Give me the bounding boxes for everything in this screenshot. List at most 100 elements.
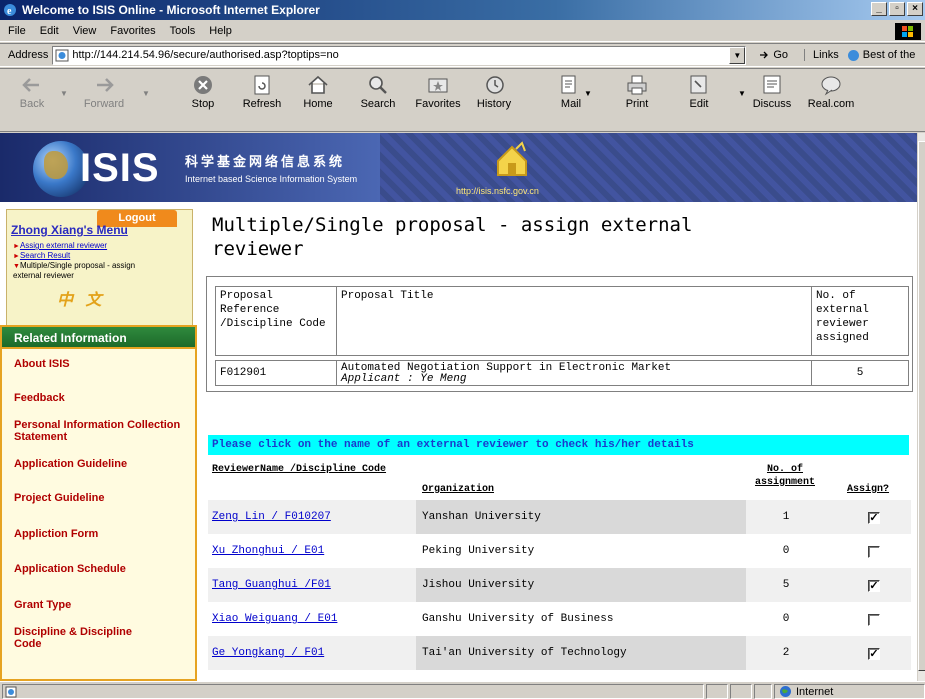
ie-icon: e bbox=[4, 4, 16, 17]
reviewer-row: Tang Guanghui /F01 Jishou University 5 ✓ bbox=[208, 568, 911, 602]
assign-checkbox[interactable]: ✓ bbox=[868, 580, 880, 592]
realcom-button[interactable]: Real.com bbox=[806, 73, 856, 110]
assign-checkbox[interactable] bbox=[868, 614, 880, 626]
reviewer-name-link[interactable]: Xu Zhonghui / E01 bbox=[212, 534, 324, 568]
stop-button[interactable]: Stop bbox=[188, 73, 218, 110]
assign-checkbox[interactable] bbox=[868, 546, 880, 558]
related-link-discipline[interactable]: Discipline & Discipline Code bbox=[14, 626, 144, 650]
favorites-label: Favorites bbox=[415, 98, 461, 110]
vertical-scrollbar[interactable] bbox=[917, 133, 925, 681]
refresh-label: Refresh bbox=[242, 98, 282, 110]
reviewer-name-link[interactable]: Tang Guanghui /F01 bbox=[212, 568, 331, 602]
menu-link-assign-label[interactable]: Assign external reviewer bbox=[20, 241, 107, 250]
reviewer-org: Tai'an University of Technology bbox=[416, 636, 746, 670]
menu-link-current: ▼Multiple/Single proposal - assign exter… bbox=[13, 261, 163, 280]
forward-dropdown-icon[interactable]: ▼ bbox=[142, 89, 150, 98]
status-panel bbox=[754, 684, 772, 699]
reviewer-assign-count: 1 bbox=[782, 511, 790, 523]
reviewer-name-link[interactable]: Xiao Weiguang / E01 bbox=[212, 602, 337, 636]
address-dropdown-button[interactable]: ▼ bbox=[729, 46, 746, 64]
forward-button[interactable]: Forward bbox=[80, 73, 128, 110]
menu-tools[interactable]: Tools bbox=[170, 25, 196, 37]
scrollbar-thumb[interactable] bbox=[918, 141, 925, 671]
page-title: Multiple/Single proposal - assign extern… bbox=[212, 213, 892, 261]
forward-arrow-icon bbox=[97, 78, 114, 92]
realcom-icon bbox=[821, 76, 841, 96]
window-title: Welcome to ISIS Online - Microsoft Inter… bbox=[22, 3, 320, 17]
maximize-button[interactable]: ▫ bbox=[889, 2, 905, 16]
minimize-button[interactable]: _ bbox=[871, 2, 887, 16]
banner-chinese-title: 科学基金网络信息系统 bbox=[185, 154, 346, 169]
assign-checkbox[interactable]: ✓ bbox=[868, 512, 880, 524]
address-label: Address bbox=[8, 49, 49, 61]
home-button[interactable]: Home bbox=[300, 73, 336, 110]
refresh-button[interactable]: Refresh bbox=[240, 73, 284, 110]
print-button[interactable]: Print bbox=[622, 73, 652, 110]
go-arrow-icon bbox=[760, 51, 769, 59]
reviewer-assign-count: 0 bbox=[782, 613, 790, 625]
current-bullet-icon: ▼ bbox=[13, 263, 20, 270]
favorites-button[interactable]: Favorites bbox=[412, 73, 464, 110]
related-link-pics[interactable]: Personal Information Collection Statemen… bbox=[14, 419, 184, 443]
related-link-grant-type[interactable]: Grant Type bbox=[14, 599, 71, 611]
links-button[interactable]: Links bbox=[804, 49, 839, 61]
favorites-icon bbox=[428, 78, 448, 93]
banner-url: http://isis.nsfc.gov.cn bbox=[456, 186, 539, 196]
history-button[interactable]: History bbox=[474, 73, 514, 110]
reviewer-assign-count: 2 bbox=[782, 647, 790, 659]
menu-file[interactable]: File bbox=[8, 25, 26, 37]
menu-bar: File Edit View Favorites Tools Help bbox=[0, 21, 925, 42]
menu-link-search-result-label[interactable]: Search Result bbox=[20, 251, 70, 260]
search-button[interactable]: Search bbox=[358, 73, 398, 110]
search-icon bbox=[369, 76, 387, 94]
back-button[interactable]: Back bbox=[14, 73, 50, 110]
toolbar: Back ▼ Forward ▼ Stop Refresh Home Searc… bbox=[0, 68, 925, 132]
related-link-project-guideline[interactable]: Project Guideline bbox=[14, 492, 104, 504]
edit-dropdown-icon[interactable]: ▼ bbox=[738, 89, 746, 98]
related-link-feedback[interactable]: Feedback bbox=[14, 392, 65, 404]
reviewer-name-link[interactable]: Zeng Lin / F010207 bbox=[212, 500, 331, 534]
related-info-header: Related Information bbox=[0, 325, 197, 347]
menu-link-assign[interactable]: ►Assign external reviewer bbox=[13, 241, 107, 251]
proposal-table: Proposal Reference /Discipline Code Prop… bbox=[206, 276, 913, 392]
stop-label: Stop bbox=[191, 98, 215, 110]
assign-checkbox[interactable]: ✓ bbox=[868, 648, 880, 660]
page-icon bbox=[55, 49, 69, 61]
stop-icon bbox=[194, 76, 212, 94]
mail-dropdown-icon[interactable]: ▼ bbox=[584, 89, 592, 98]
back-dropdown-icon[interactable]: ▼ bbox=[60, 89, 68, 98]
security-zone-label: Internet bbox=[796, 685, 834, 698]
related-link-schedule[interactable]: Application Schedule bbox=[14, 563, 126, 575]
edit-label: Edit bbox=[689, 98, 709, 110]
sidebar: Logout Zhong Xiang's Menu ►Assign extern… bbox=[0, 202, 199, 681]
close-button[interactable]: × bbox=[907, 2, 923, 16]
menu-favorites[interactable]: Favorites bbox=[110, 25, 155, 37]
windows-logo-icon bbox=[895, 23, 921, 40]
menu-view[interactable]: View bbox=[73, 25, 97, 37]
discuss-icon bbox=[763, 75, 781, 94]
edit-button[interactable]: Edit bbox=[684, 73, 714, 110]
mail-button[interactable]: Mail bbox=[556, 73, 586, 110]
menu-edit[interactable]: Edit bbox=[40, 25, 59, 37]
chinese-language-link[interactable]: 中 文 bbox=[57, 286, 105, 310]
go-button[interactable]: Go bbox=[758, 49, 788, 61]
menu-link-search-result[interactable]: ►Search Result bbox=[13, 251, 70, 261]
proposal-count-header: No. of external reviewer assigned bbox=[811, 286, 909, 356]
related-link-about[interactable]: About ISIS bbox=[14, 358, 70, 370]
reviewer-org: Yanshan University bbox=[416, 500, 746, 534]
ie-page-icon bbox=[847, 49, 859, 61]
best-of-web-link[interactable]: Best of the bbox=[847, 49, 915, 62]
reviewer-org: Jishou University bbox=[416, 568, 746, 602]
back-arrow-icon bbox=[22, 78, 39, 92]
reviewer-name-link[interactable]: Ge Yongkang / F01 bbox=[212, 636, 324, 670]
reviewer-name-header: ReviewerName /Discipline Code bbox=[212, 464, 387, 475]
page-title-line2: reviewer bbox=[212, 238, 304, 260]
address-input[interactable]: http://144.214.54.96/secure/authorised.a… bbox=[52, 45, 747, 65]
realcom-label: Real.com bbox=[807, 98, 855, 110]
status-panel bbox=[706, 684, 728, 699]
user-menu-title[interactable]: Zhong Xiang's Menu bbox=[11, 223, 128, 237]
related-link-app-guideline[interactable]: Application Guideline bbox=[14, 458, 127, 470]
menu-help[interactable]: Help bbox=[209, 25, 232, 37]
discuss-button[interactable]: Discuss bbox=[752, 73, 792, 110]
related-link-form[interactable]: Appliction Form bbox=[14, 528, 98, 540]
